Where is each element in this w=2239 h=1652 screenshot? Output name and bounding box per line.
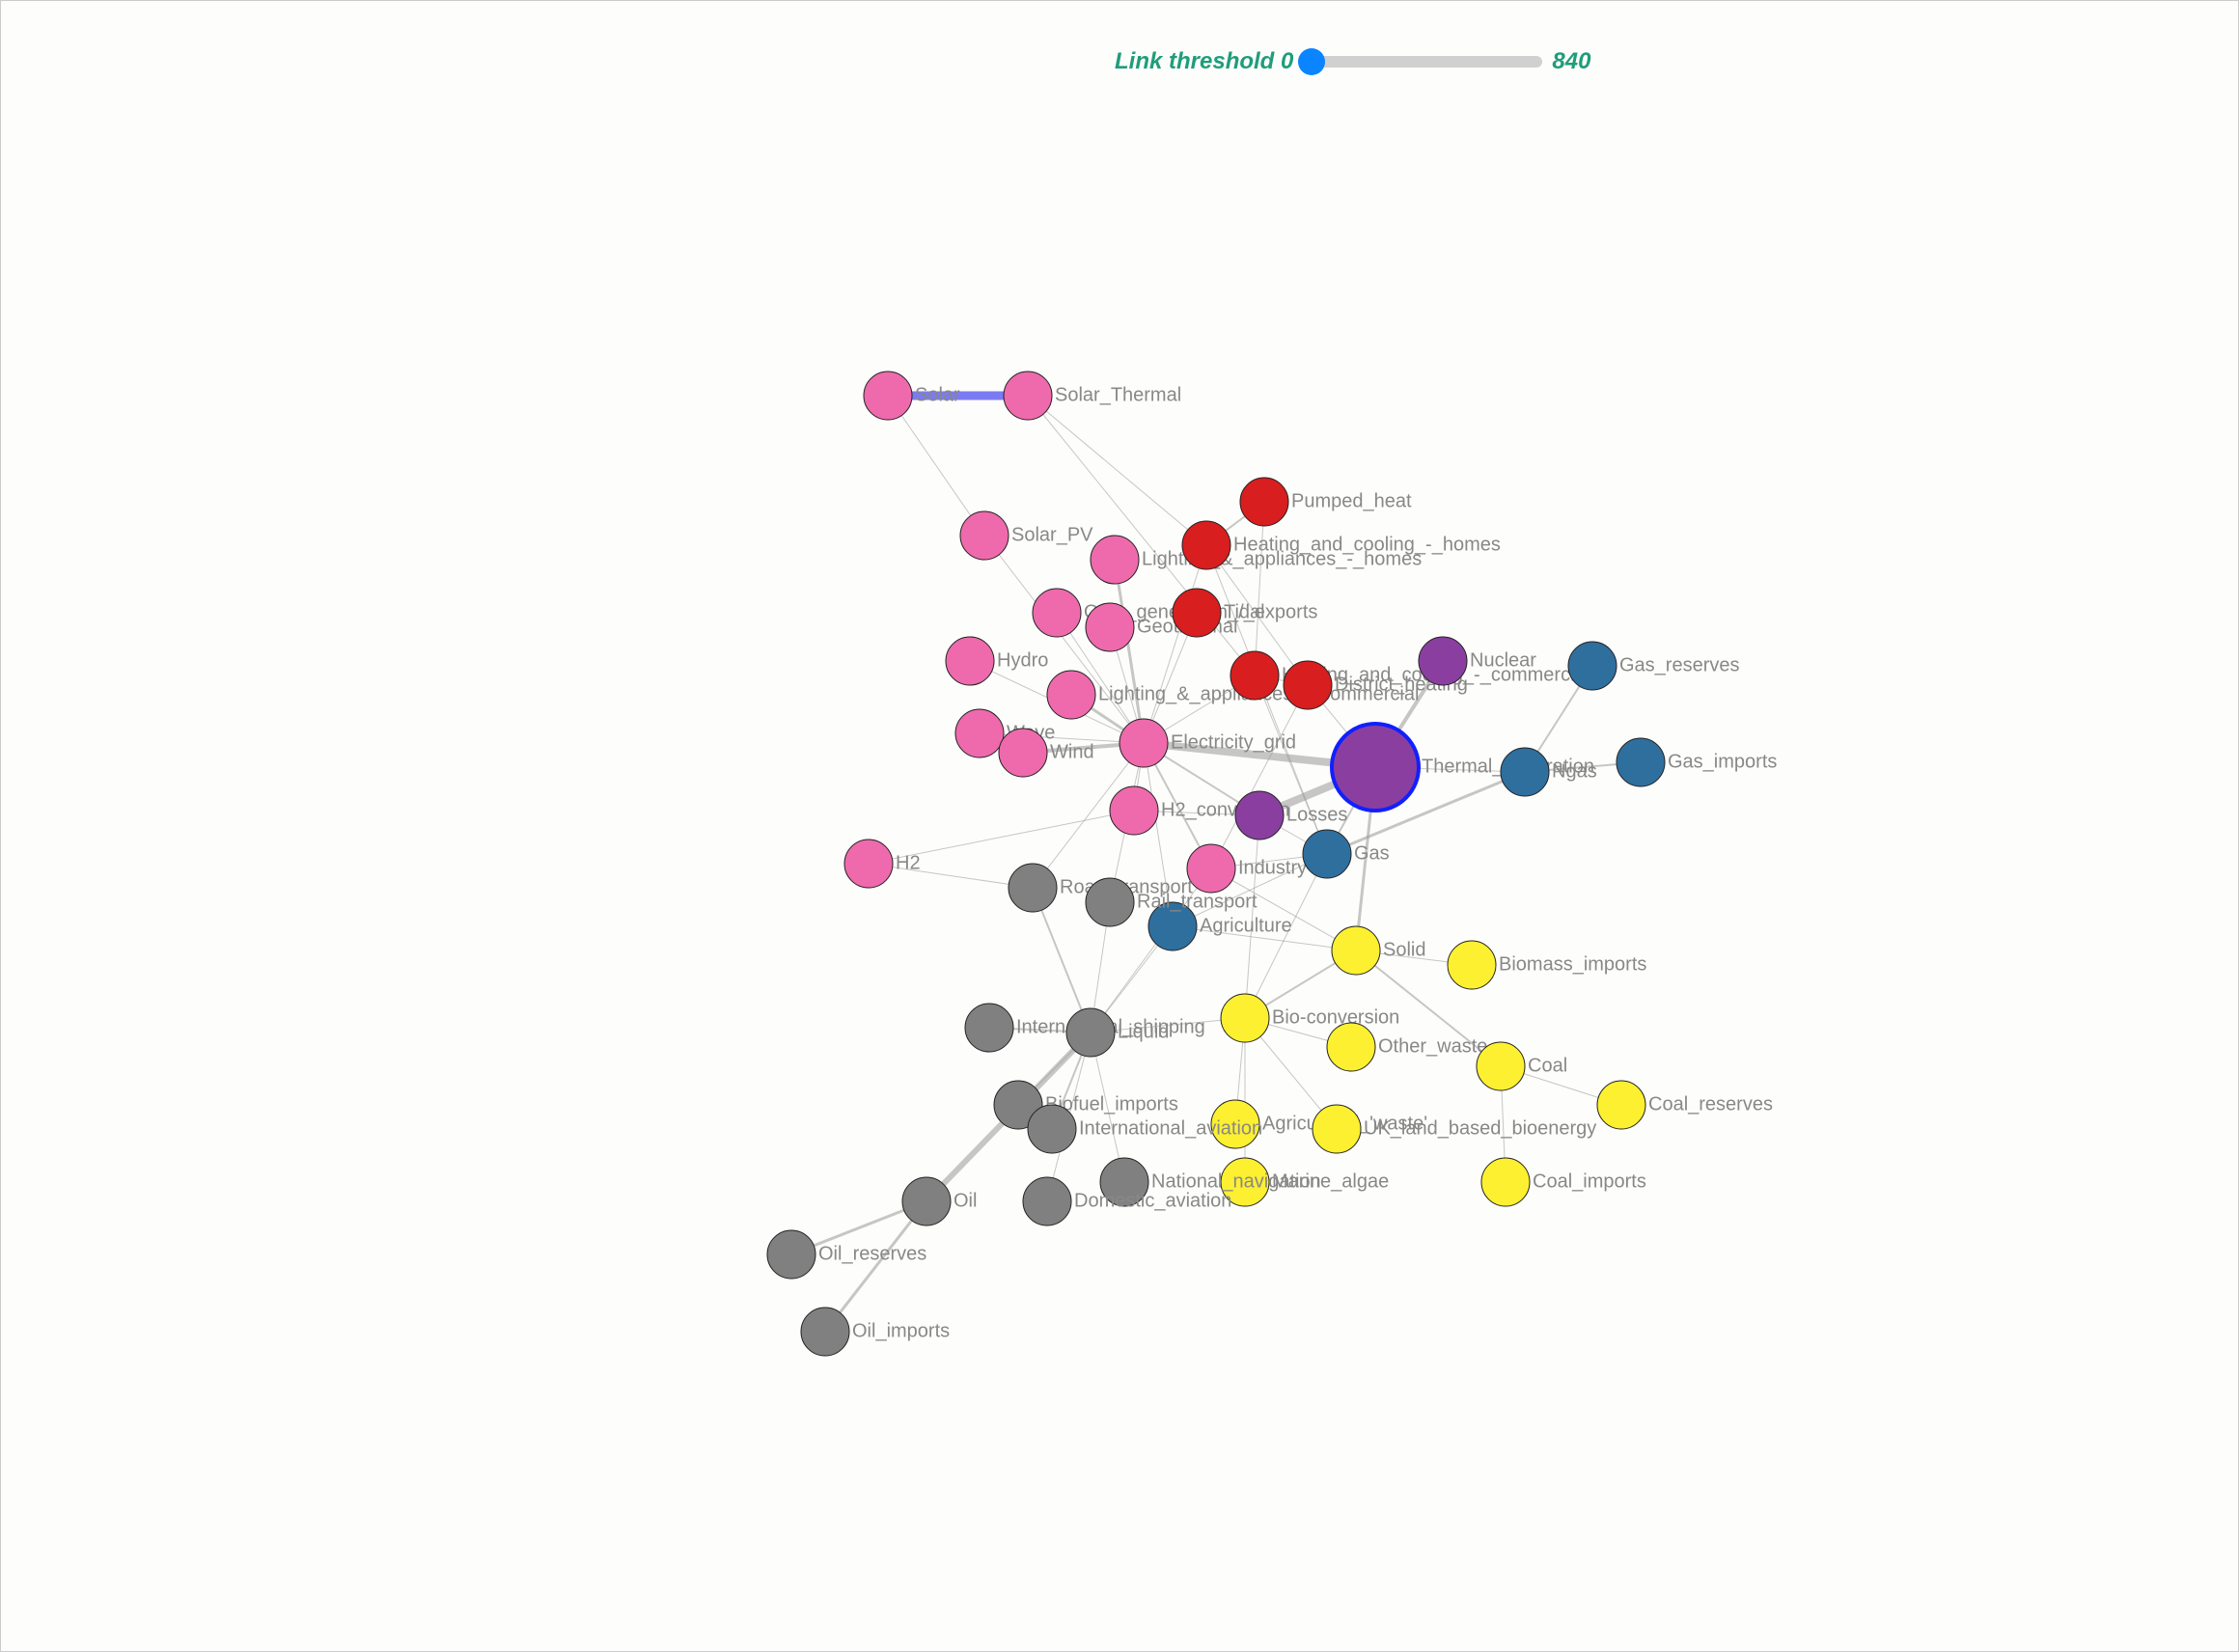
- node-label: Coal_reserves: [1648, 1093, 1773, 1115]
- node-label: Electricity_grid: [1171, 731, 1296, 753]
- node-H2[interactable]: H2: [844, 840, 921, 888]
- node-label: Tidal: [1224, 601, 1265, 622]
- network-graph[interactable]: SolarSolar_ThermalSolar_PVLighting_&_app…: [0, 0, 2239, 1652]
- node-label: Losses: [1286, 804, 1347, 825]
- node-label: International_aviation: [1079, 1117, 1262, 1139]
- node-Solid[interactable]: Solid: [1332, 926, 1425, 975]
- node-Hydro[interactable]: Hydro: [946, 637, 1048, 685]
- node-label: Liquid: [1118, 1021, 1169, 1042]
- node-Coal_reserves[interactable]: Coal_reserves: [1597, 1081, 1773, 1129]
- node-Solar_PV[interactable]: Solar_PV: [960, 511, 1093, 560]
- node-Solar[interactable]: Solar: [864, 372, 960, 420]
- node-label: Oil_imports: [852, 1320, 950, 1341]
- edge: [1144, 545, 1206, 743]
- node-label: Agriculture: [1200, 915, 1292, 936]
- node-label: Biomass_imports: [1499, 953, 1646, 975]
- node-label: Other_waste: [1378, 1035, 1487, 1057]
- node-Biomass_imports[interactable]: Biomass_imports: [1448, 941, 1646, 989]
- node-Other_waste[interactable]: Other_waste: [1327, 1023, 1487, 1071]
- node-Gas[interactable]: Gas: [1303, 830, 1390, 878]
- node-Oil_imports[interactable]: Oil_imports: [801, 1308, 950, 1356]
- node-label: UK_land_based_bioenergy: [1364, 1117, 1596, 1139]
- node-Industry[interactable]: Industry: [1187, 844, 1307, 893]
- node-label: National_navigation: [1151, 1170, 1321, 1192]
- node-label: Pumped_heat: [1291, 490, 1412, 511]
- node-label: Rail_transport: [1137, 891, 1258, 912]
- node-label: H2: [896, 852, 921, 873]
- edge: [1255, 502, 1264, 675]
- node-Oil_reserves[interactable]: Oil_reserves: [767, 1230, 926, 1279]
- node-label: Solid: [1383, 939, 1425, 960]
- edge: [1115, 560, 1144, 743]
- node-label: Nuclear: [1470, 649, 1536, 671]
- node-label: Solar_PV: [1011, 524, 1093, 545]
- node-Bio_conversion[interactable]: Bio-conversion: [1221, 994, 1399, 1042]
- edge: [1028, 396, 1206, 545]
- node-label: Coal_imports: [1533, 1170, 1646, 1192]
- node-label: Gas: [1354, 842, 1390, 864]
- node-label: Solar_Thermal: [1055, 384, 1181, 405]
- node-label: Oil: [954, 1190, 977, 1211]
- edge: [869, 864, 1033, 888]
- node-Gas_imports[interactable]: Gas_imports: [1617, 738, 1777, 786]
- node-Gas_reserves[interactable]: Gas_reserves: [1568, 642, 1740, 690]
- node-label: Hydro: [997, 649, 1048, 671]
- node-label: Gas_imports: [1668, 751, 1777, 772]
- node-label: Heating_and_cooling_-_homes: [1233, 534, 1501, 555]
- node-Oil[interactable]: Oil: [902, 1177, 977, 1225]
- node-label: Industry: [1238, 857, 1307, 878]
- edge: [888, 396, 984, 536]
- node-Solar_Thermal[interactable]: Solar_Thermal: [1004, 372, 1181, 420]
- node-Pumped_heat[interactable]: Pumped_heat: [1240, 478, 1412, 526]
- edge: [1211, 685, 1308, 868]
- node-label: Oil_reserves: [818, 1243, 926, 1264]
- node-label: Ngas: [1552, 760, 1597, 782]
- node-label: Solar: [915, 384, 960, 405]
- node-label: Domestic_aviation: [1074, 1190, 1231, 1211]
- node-Coal_imports[interactable]: Coal_imports: [1481, 1158, 1646, 1206]
- node-label: Gas_reserves: [1619, 654, 1740, 675]
- node-label: Bio-conversion: [1272, 1006, 1399, 1028]
- node-label: Coal: [1528, 1055, 1567, 1076]
- node-label: Wind: [1050, 741, 1094, 762]
